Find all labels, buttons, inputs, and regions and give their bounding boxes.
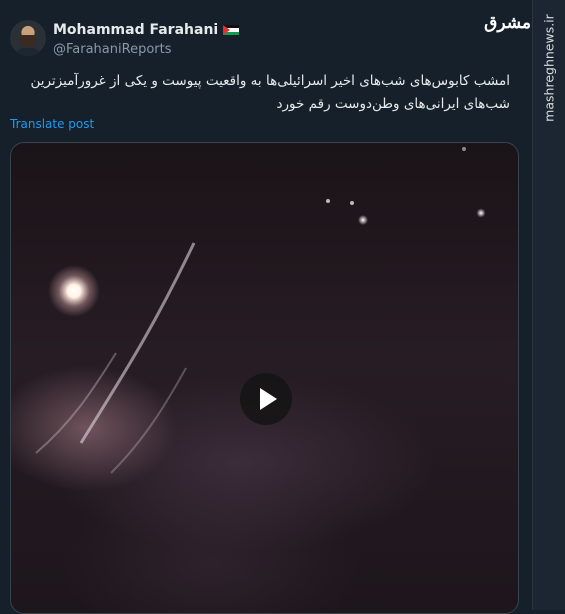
- video-player[interactable]: [10, 142, 519, 614]
- avatar-shirt: [13, 48, 43, 56]
- smoke-trail: [79, 242, 196, 444]
- tweet-card: Mohammad Farahani @FarahaniReports امشب …: [0, 0, 532, 614]
- author-name-row: Mohammad Farahani: [53, 22, 240, 38]
- smoke-trail: [110, 367, 187, 474]
- mashregh-logo: مشرق: [484, 13, 531, 33]
- translate-post-link[interactable]: Translate post: [10, 117, 94, 131]
- distant-light: [358, 215, 368, 225]
- avatar[interactable]: [10, 20, 46, 56]
- distant-light: [326, 199, 330, 203]
- distant-light: [476, 208, 486, 218]
- play-button[interactable]: [240, 373, 292, 425]
- author-display-name[interactable]: Mohammad Farahani: [53, 22, 218, 38]
- palestine-flag-icon: [223, 24, 240, 36]
- watermark-text: mashreghnews.ir: [541, 14, 556, 122]
- avatar-beard: [20, 35, 36, 47]
- play-icon: [260, 388, 277, 410]
- distant-light: [462, 147, 466, 151]
- distant-light: [350, 201, 354, 205]
- tweet-text: امشب کابوس‌های شب‌های اخیر اسرائیلی‌ها ب…: [30, 73, 510, 112]
- author-handle[interactable]: @FarahaniReports: [53, 42, 172, 57]
- watermark-container: mashreghnews.ir: [532, 8, 565, 128]
- missile-flare: [48, 265, 100, 317]
